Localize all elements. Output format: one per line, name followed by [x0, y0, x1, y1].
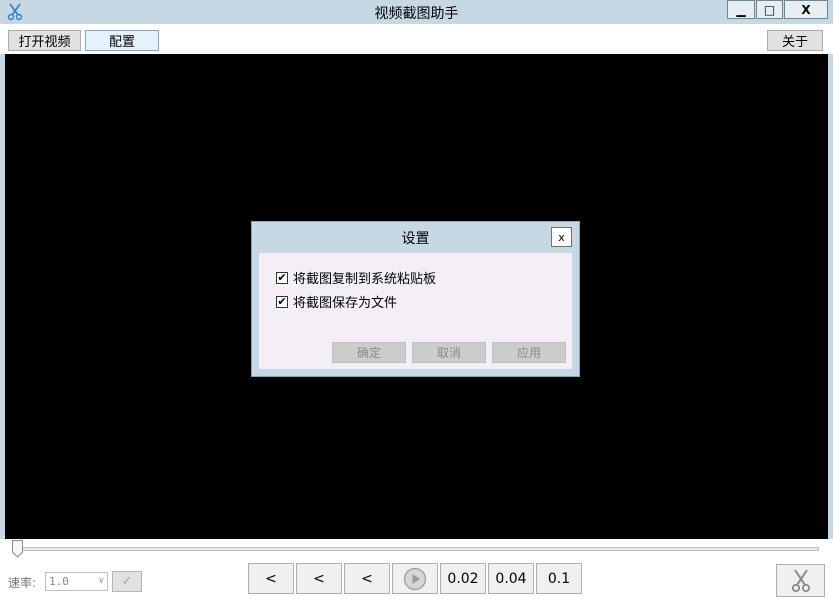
close-icon: x	[558, 230, 565, 244]
dialog-close-button[interactable]: x	[551, 227, 572, 247]
checkbox-save-to-file[interactable]: ✔	[276, 295, 288, 308]
config-button[interactable]: 配置	[85, 30, 159, 51]
title-bar: 视频截图助手 ▁ □ X	[0, 0, 833, 24]
interval-002-button[interactable]: 0.02	[440, 563, 486, 594]
ok-button[interactable]: 确定	[332, 342, 406, 363]
maximize-icon: □	[763, 2, 776, 17]
maximize-button[interactable]: □	[756, 0, 783, 19]
step-back-button-1[interactable]: <	[248, 563, 294, 594]
close-icon: X	[801, 2, 811, 17]
close-window-button[interactable]: X	[784, 0, 828, 19]
cancel-button[interactable]: 取消	[412, 342, 486, 363]
capture-button[interactable]	[776, 564, 825, 597]
minimize-icon: ▁	[736, 2, 746, 17]
toolbar: 打开视频 配置 关于	[0, 24, 833, 54]
speed-select[interactable]: 1.0 ∨	[45, 572, 108, 591]
chevron-down-icon: ∨	[98, 576, 104, 586]
control-bar: 速率: 1.0 ∨ ✓ < < < 0.02 0.04 0.1	[0, 539, 833, 601]
speed-confirm-button[interactable]: ✓	[112, 571, 142, 592]
checkmark-icon: ✓	[121, 574, 133, 589]
option-save-to-file[interactable]: ✔ 将截图保存为文件	[276, 292, 397, 311]
minimize-button[interactable]: ▁	[727, 0, 755, 19]
step-back-button-3[interactable]: <	[344, 563, 390, 594]
interval-01-button[interactable]: 0.1	[536, 563, 582, 594]
checkbox-copy-to-clipboard[interactable]: ✔	[276, 271, 288, 284]
apply-button[interactable]: 应用	[492, 342, 566, 363]
checkmark-icon: ✔	[277, 295, 287, 308]
step-back-button-2[interactable]: <	[296, 563, 342, 594]
dialog-body: ✔ 将截图复制到系统粘贴板 ✔ 将截图保存为文件 确定 取消 应用	[259, 253, 572, 369]
speed-label: 速率:	[8, 576, 37, 590]
dialog-title: 设置	[401, 231, 430, 247]
settings-dialog: 设置 x ✔ 将截图复制到系统粘贴板 ✔ 将截图保存为文件 确定 取消 应用	[251, 221, 580, 377]
interval-004-button[interactable]: 0.04	[488, 563, 534, 594]
open-video-button[interactable]: 打开视频	[8, 30, 81, 51]
play-button[interactable]	[392, 563, 438, 594]
option-label: 将截图保存为文件	[293, 296, 398, 311]
option-copy-to-clipboard[interactable]: ✔ 将截图复制到系统粘贴板	[276, 268, 436, 287]
seek-track[interactable]	[16, 547, 819, 551]
option-label: 将截图复制到系统粘贴板	[293, 272, 437, 287]
play-icon	[403, 567, 427, 590]
seek-slider-thumb[interactable]	[12, 540, 23, 558]
about-button[interactable]: 关于	[767, 30, 823, 51]
scissors-icon	[791, 568, 810, 592]
window-title: 视频截图助手	[374, 6, 459, 22]
checkmark-icon: ✔	[277, 271, 287, 284]
speed-value: 1.0	[49, 575, 69, 588]
